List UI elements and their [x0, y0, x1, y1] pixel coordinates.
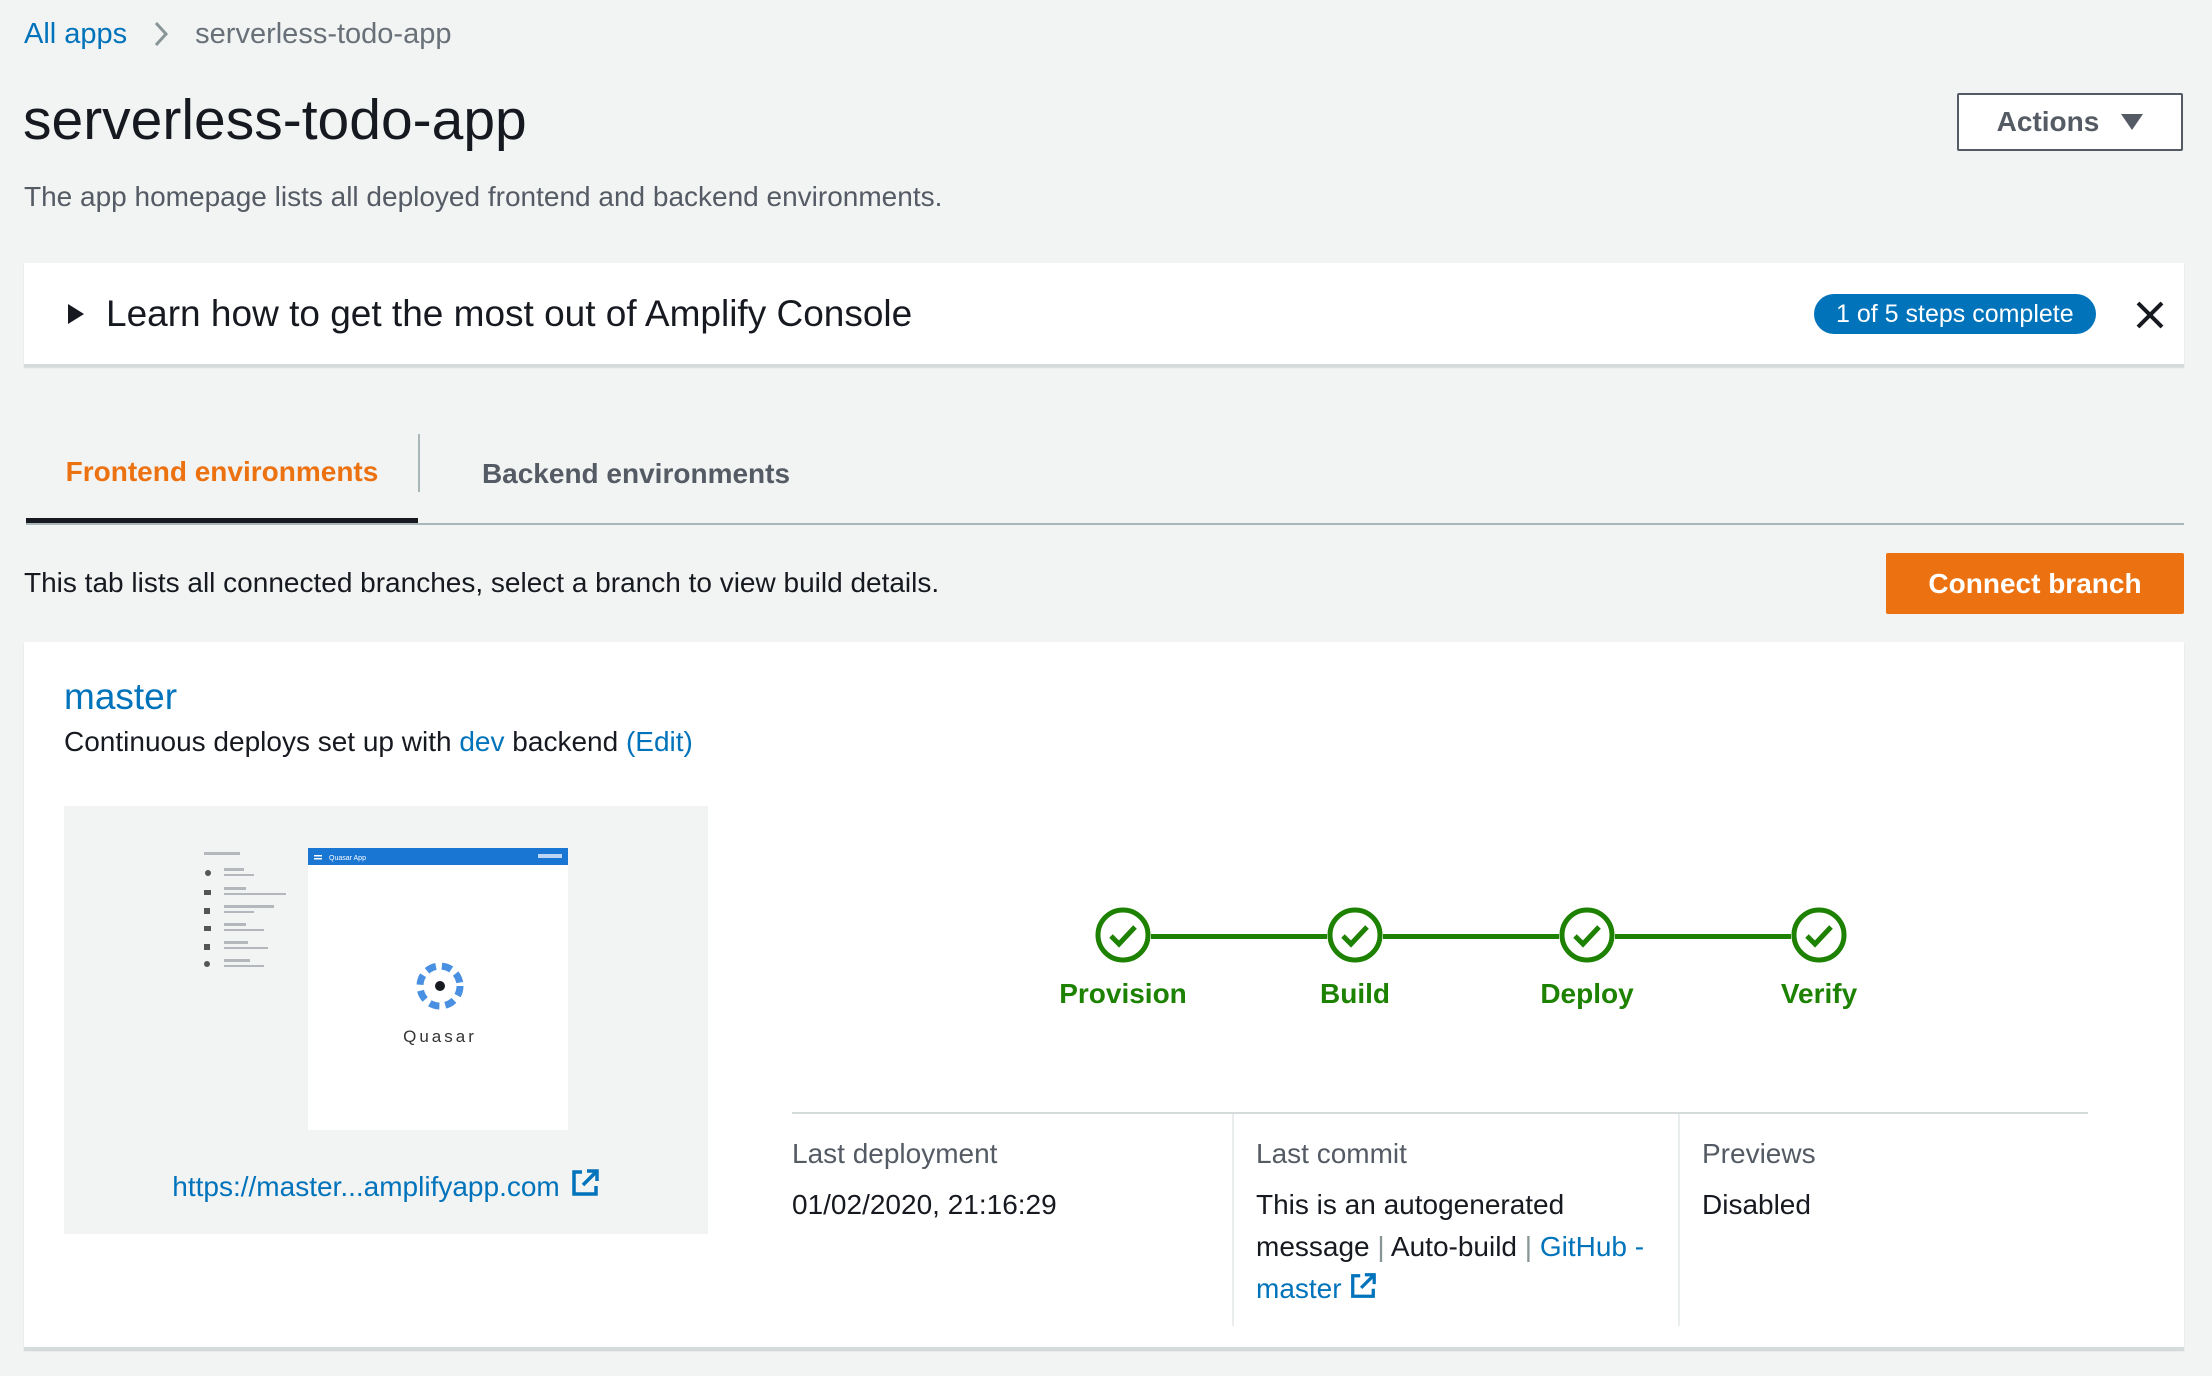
- external-link-icon[interactable]: [1349, 1270, 1377, 1312]
- check-circle-icon: [1327, 907, 1383, 963]
- last-deployment-value: 01/02/2020, 21:16:29: [792, 1189, 1057, 1220]
- last-commit-label: Last commit: [1256, 1138, 1407, 1169]
- breadcrumb: All apps serverless-todo-app: [24, 14, 451, 54]
- branch-card: master Continuous deploys set up with de…: [24, 642, 2184, 1350]
- stage-label: Deploy: [1540, 978, 1634, 1009]
- branch-details: Last deployment 01/02/2020, 21:16:29 Las…: [792, 1112, 2088, 1326]
- tab-backend-environments[interactable]: Backend environments: [420, 425, 852, 523]
- last-commit-column: Last commit This is an autogenerated mes…: [1232, 1114, 1678, 1326]
- branch-desc-suffix: backend: [512, 726, 619, 757]
- page-subtitle: The app homepage lists all deployed fron…: [24, 181, 943, 212]
- site-preview: Quasar App Quasar https://master...ampli…: [64, 806, 708, 1234]
- tab-frontend-environments[interactable]: Frontend environments: [26, 425, 418, 523]
- separator: |: [1377, 1231, 1385, 1262]
- page-title: serverless-todo-app: [23, 88, 527, 152]
- close-icon[interactable]: [2134, 299, 2166, 331]
- stage-verify[interactable]: Verify: [1739, 907, 1899, 1010]
- previews-value: Disabled: [1702, 1189, 1811, 1220]
- learn-panel-title[interactable]: Learn how to get the most out of Amplify…: [106, 293, 912, 335]
- check-circle-icon: [1559, 907, 1615, 963]
- last-deployment-label: Last deployment: [792, 1138, 998, 1169]
- stage-build[interactable]: Build: [1275, 907, 1435, 1010]
- preview-logo-text: Quasar: [403, 1027, 477, 1046]
- branch-description: Continuous deploys set up with dev backe…: [64, 726, 693, 758]
- preview-url-link[interactable]: https://master...amplifyapp.com: [172, 1171, 560, 1203]
- stage-label: Build: [1320, 978, 1390, 1009]
- chevron-right-icon: [153, 20, 169, 48]
- check-circle-icon: [1791, 907, 1847, 963]
- check-circle-icon: [1095, 907, 1151, 963]
- previews-label: Previews: [1702, 1138, 1816, 1169]
- actions-button-label: Actions: [1996, 106, 2100, 137]
- branch-name-link[interactable]: master: [64, 676, 177, 718]
- branch-desc-prefix: Continuous deploys set up with: [64, 726, 452, 757]
- previews-column: Previews Disabled: [1678, 1114, 2088, 1326]
- backend-env-link[interactable]: dev: [459, 726, 504, 757]
- preview-app-title: Quasar App: [329, 855, 366, 862]
- stage-deploy[interactable]: Deploy: [1507, 907, 1667, 1010]
- caret-down-icon: [2121, 114, 2144, 130]
- tab-description: This tab lists all connected branches, s…: [24, 567, 940, 598]
- commit-type: Auto-build: [1390, 1231, 1518, 1262]
- breadcrumb-current: serverless-todo-app: [195, 17, 452, 50]
- build-pipeline: Provision Build Deploy Verify: [1024, 907, 1874, 1027]
- environment-tabs: Frontend environments Backend environmen…: [26, 425, 2184, 525]
- last-commit-value: This is an autogenerated message | Auto-…: [1256, 1184, 1678, 1312]
- edit-backend-link[interactable]: (Edit): [626, 726, 693, 757]
- preview-url-row: https://master...amplifyapp.com: [64, 1168, 708, 1205]
- stage-label: Provision: [1059, 978, 1187, 1009]
- stage-label: Verify: [1780, 978, 1858, 1009]
- external-link-icon[interactable]: [570, 1168, 600, 1205]
- separator: |: [1524, 1231, 1533, 1262]
- site-screenshot-thumbnail[interactable]: Quasar App Quasar: [64, 806, 708, 1146]
- connect-branch-button[interactable]: Connect branch: [1886, 553, 2184, 614]
- expand-caret-icon[interactable]: [68, 303, 84, 324]
- last-deployment-column: Last deployment 01/02/2020, 21:16:29: [792, 1114, 1232, 1326]
- actions-button[interactable]: Actions: [1957, 93, 2183, 151]
- learn-panel: Learn how to get the most out of Amplify…: [24, 263, 2184, 367]
- stage-provision[interactable]: Provision: [1043, 907, 1203, 1010]
- breadcrumb-all-apps-link[interactable]: All apps: [24, 18, 127, 51]
- steps-progress-badge: 1 of 5 steps complete: [1814, 294, 2096, 334]
